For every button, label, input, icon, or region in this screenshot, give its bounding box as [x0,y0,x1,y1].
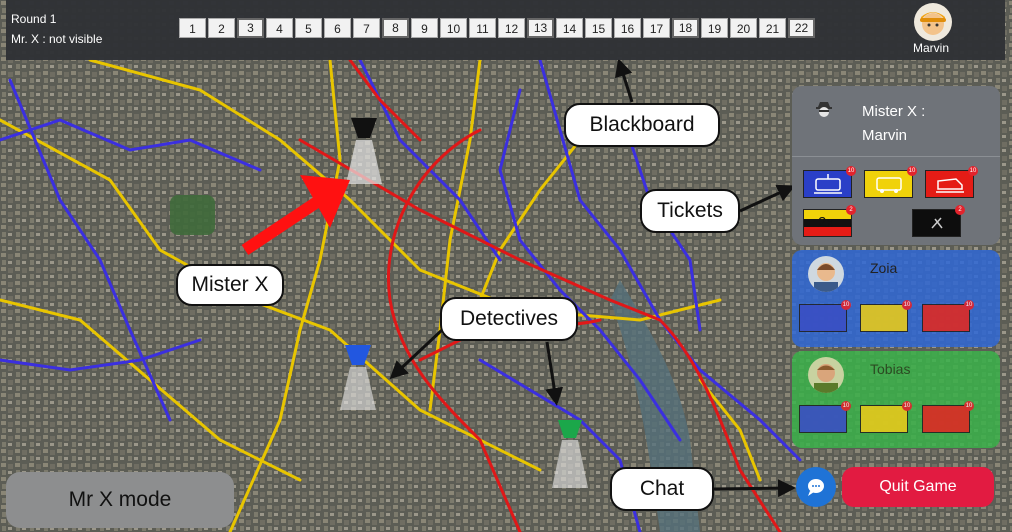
tobias-train-ticket: 10 [922,401,974,433]
black-count-badge: 2 [955,205,965,215]
callout-mister-x: Mister X [176,264,284,306]
black-ticket[interactable]: 2 [912,205,965,237]
bus-icon [876,177,902,193]
round-slot-11: 11 [469,18,496,38]
round-slot-7: 7 [353,18,380,38]
round-slot-18: 18 [672,18,699,38]
round-slot-9: 9 [411,18,438,38]
zoia-tram-badge: 10 [841,300,851,310]
black-ticket-icon [931,217,943,229]
round-slot-12: 12 [498,18,525,38]
round-label: Round 1 [11,12,57,26]
mrx-visibility-status: Mr. X : not visible [11,32,103,46]
bus-ticket[interactable]: 10 [864,166,917,198]
callout-detectives: Detectives [440,297,578,341]
mister-x-title: Mister X : [862,103,926,120]
train-icon [936,178,964,193]
double-count-badge: 2 [846,205,856,215]
detective-face-icon [814,263,838,292]
zoia-avatar [808,256,844,292]
round-slot-22: 22 [788,18,815,38]
round-slot-8: 8 [382,18,409,38]
round-slot-17: 17 [643,18,670,38]
username: Marvin [913,41,950,55]
detective-card-zoia: Zoia 10 10 10 [792,250,1000,347]
round-slot-6: 6 [324,18,351,38]
stadium-area [170,195,215,235]
round-slot-20: 20 [730,18,757,38]
tobias-avatar [808,357,844,393]
round-slot-16: 16 [614,18,641,38]
round-slot-14: 14 [556,18,583,38]
detective-card-tobias: Tobias 10 10 10 [792,351,1000,448]
train-ticket[interactable]: 10 [925,166,978,198]
mr-x-mode-button[interactable]: Mr X mode [6,472,234,528]
mister-x-player-name: Marvin [862,127,908,144]
callout-tickets: Tickets [640,189,740,233]
quit-game-button[interactable]: Quit Game [842,467,994,507]
callout-blackboard: Blackboard [564,103,720,147]
zoia-bus-badge: 10 [902,300,912,310]
round-slot-15: 15 [585,18,612,38]
round-slot-19: 19 [701,18,728,38]
round-slot-2: 2 [208,18,235,38]
divider [792,156,1000,157]
round-slots: 1 2 3 4 5 6 7 8 9 10 11 12 13 14 15 16 17 18 19 20 21 22 [179,18,817,40]
spy-icon [816,102,832,117]
tram-ticket[interactable]: 10 [803,166,856,198]
tobias-name: Tobias [870,361,911,377]
round-slot-21: 21 [759,18,786,38]
tram-icon [814,174,842,194]
tram-count-badge: 10 [846,166,856,176]
round-slot-10: 10 [440,18,467,38]
tobias-bus-ticket: 10 [860,401,912,433]
avatar-face-icon [920,12,946,35]
tobias-tram-badge: 10 [841,401,851,411]
zoia-name: Zoia [870,260,898,276]
round-slot-3: 3 [237,18,264,38]
tobias-train-badge: 10 [964,401,974,411]
tobias-tram-ticket: 10 [799,401,851,433]
user-avatar[interactable] [914,3,952,41]
callout-chat: Chat [610,467,714,511]
train-count-badge: 10 [968,166,978,176]
chat-button[interactable] [796,467,836,507]
zoia-bus-ticket: 10 [860,300,912,332]
mister-x-player: Mister X : Marvin [862,100,925,148]
round-slot-1: 1 [179,18,206,38]
tobias-bus-badge: 10 [902,401,912,411]
bus-count-badge: 10 [907,166,917,176]
zoia-train-ticket: 10 [922,300,974,332]
zoia-tram-ticket: 10 [799,300,851,332]
zoia-train-badge: 10 [964,300,974,310]
round-slot-13: 13 [527,18,554,38]
mister-x-card: Mister X : Marvin 10 10 10 2x 2 2 [792,86,1000,245]
round-slot-5: 5 [295,18,322,38]
chat-bubble-icon [808,479,824,496]
detective-face-icon [814,364,838,393]
double-move-label: 2x [818,214,834,231]
double-move-ticket[interactable]: 2x 2 [803,205,856,237]
round-slot-4: 4 [266,18,293,38]
